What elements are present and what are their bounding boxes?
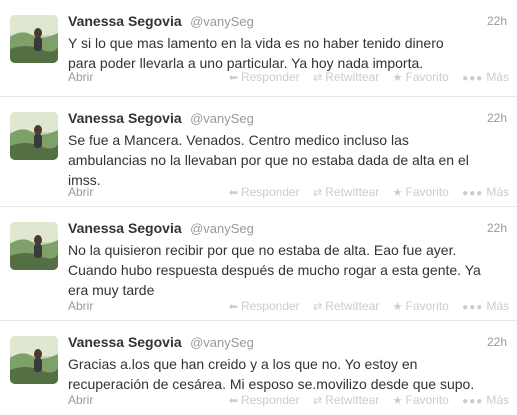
tweet[interactable]: Vanessa Segovia @vanySeg 22h Se fue a Ma…	[0, 97, 517, 207]
tweet-text-line: ambulancias no la llevaban por que no es…	[68, 152, 469, 168]
reply-button[interactable]: ⬅ Responder	[229, 299, 300, 313]
reply-arrow-icon: ⬅	[228, 187, 238, 199]
avatar[interactable]	[10, 15, 58, 63]
ellipsis-icon: ●●●	[462, 396, 484, 407]
more-button[interactable]: ●●● Más	[462, 70, 509, 84]
reply-arrow-icon: ⬅	[228, 395, 238, 407]
tweet-text-line: No la quisieron recibir por que no estab…	[68, 242, 457, 258]
reply-label: Responder	[240, 185, 300, 199]
retweet-label: Retwittear	[325, 393, 380, 407]
tweet-text-line: para poder llevarla a uno particular. Ya…	[68, 55, 424, 71]
author-handle[interactable]: @vanySeg	[190, 111, 254, 126]
tweet-text-line: Y si lo que mas lamento en la vida es no…	[68, 35, 444, 51]
favorite-label: Favorito	[405, 393, 449, 407]
ellipsis-icon: ●●●	[462, 302, 484, 313]
retweet-icon: ⇄	[313, 301, 323, 313]
tweet-text: Gracias a.los que han creido y a los que…	[68, 354, 508, 394]
retweet-button[interactable]: ⇄ Retwittear	[313, 299, 379, 313]
author-name[interactable]: Vanessa Segovia	[68, 220, 182, 236]
tweet-text-line: Gracias a.los que han creido y a los que…	[68, 356, 418, 372]
reply-label: Responder	[240, 299, 300, 313]
expand-link[interactable]: Abrir	[68, 299, 93, 313]
expand-link[interactable]: Abrir	[68, 185, 93, 199]
reply-button[interactable]: ⬅ Responder	[229, 185, 300, 199]
star-icon: ★	[392, 301, 403, 313]
favorite-label: Favorito	[405, 70, 449, 84]
reply-button[interactable]: ⬅ Responder	[229, 393, 300, 407]
expand-link[interactable]: Abrir	[68, 70, 93, 84]
author-handle[interactable]: @vanySeg	[190, 335, 254, 350]
tweet-text-line: era muy tarde	[68, 282, 155, 298]
favorite-button[interactable]: ★ Favorito	[393, 185, 449, 199]
tweet-text-line: Cuando hubo respuesta después de mucho r…	[68, 262, 481, 278]
tweet-text-line: recuperación de cesárea. Mi esposo se.mo…	[68, 376, 475, 392]
author-handle[interactable]: @vanySeg	[190, 14, 254, 29]
more-button[interactable]: ●●● Más	[462, 299, 509, 313]
star-icon: ★	[392, 72, 403, 84]
retweet-icon: ⇄	[313, 395, 323, 407]
tweet-actions: ⬅ Responder ⇄ Retwittear ★ Favorito ●●● Más	[219, 70, 509, 84]
reply-arrow-icon: ⬅	[228, 301, 238, 313]
star-icon: ★	[392, 395, 403, 407]
reply-label: Responder	[240, 393, 300, 407]
ellipsis-icon: ●●●	[462, 188, 484, 199]
tweet-footer: Abrir ⬅ Responder ⇄ Retwittear ★ Favorito ●…	[68, 299, 509, 315]
avatar[interactable]	[10, 336, 58, 384]
tweet-text: Y si lo que mas lamento en la vida es no…	[68, 33, 508, 73]
tweet-header: Vanessa Segovia @vanySeg 22h	[68, 220, 507, 238]
tweet[interactable]: Vanessa Segovia @vanySeg 22h Gracias a.l…	[0, 321, 517, 415]
timestamp[interactable]: 22h	[487, 335, 507, 349]
more-label: Más	[486, 185, 509, 199]
reply-arrow-icon: ⬅	[228, 72, 238, 84]
tweet-footer: Abrir ⬅ Responder ⇄ Retwittear ★ Favorito ●…	[68, 70, 509, 86]
tweet-text: No la quisieron recibir por que no estab…	[68, 240, 508, 300]
favorite-label: Favorito	[405, 185, 449, 199]
tweet-actions: ⬅ Responder ⇄ Retwittear ★ Favorito ●●● Más	[219, 393, 509, 407]
reply-label: Responder	[240, 70, 300, 84]
retweet-icon: ⇄	[313, 72, 323, 84]
tweet-footer: Abrir ⬅ Responder ⇄ Retwittear ★ Favorito ●…	[68, 393, 509, 409]
favorite-button[interactable]: ★ Favorito	[393, 299, 449, 313]
more-label: Más	[486, 393, 509, 407]
author-handle[interactable]: @vanySeg	[190, 221, 254, 236]
tweet-timeline: Vanessa Segovia @vanySeg 22h Y si lo que…	[0, 0, 517, 415]
retweet-button[interactable]: ⇄ Retwittear	[313, 70, 379, 84]
avatar[interactable]	[10, 112, 58, 160]
tweet-actions: ⬅ Responder ⇄ Retwittear ★ Favorito ●●● Más	[219, 299, 509, 313]
reply-button[interactable]: ⬅ Responder	[229, 70, 300, 84]
tweet[interactable]: Vanessa Segovia @vanySeg 22h Y si lo que…	[0, 0, 517, 97]
timestamp[interactable]: 22h	[487, 111, 507, 125]
tweet[interactable]: Vanessa Segovia @vanySeg 22h No la quisi…	[0, 207, 517, 321]
retweet-button[interactable]: ⇄ Retwittear	[313, 185, 379, 199]
author-name[interactable]: Vanessa Segovia	[68, 110, 182, 126]
more-label: Más	[486, 299, 509, 313]
tweet-header: Vanessa Segovia @vanySeg 22h	[68, 110, 507, 128]
favorite-label: Favorito	[405, 299, 449, 313]
retweet-label: Retwittear	[325, 185, 380, 199]
retweet-label: Retwittear	[325, 70, 380, 84]
avatar[interactable]	[10, 222, 58, 270]
timestamp[interactable]: 22h	[487, 14, 507, 28]
author-name[interactable]: Vanessa Segovia	[68, 13, 182, 29]
star-icon: ★	[392, 187, 403, 199]
tweet-header: Vanessa Segovia @vanySeg 22h	[68, 334, 507, 352]
expand-link[interactable]: Abrir	[68, 393, 93, 407]
retweet-label: Retwittear	[325, 299, 380, 313]
ellipsis-icon: ●●●	[462, 73, 484, 84]
favorite-button[interactable]: ★ Favorito	[393, 70, 449, 84]
retweet-icon: ⇄	[313, 187, 323, 199]
retweet-button[interactable]: ⇄ Retwittear	[313, 393, 379, 407]
favorite-button[interactable]: ★ Favorito	[393, 393, 449, 407]
more-button[interactable]: ●●● Más	[462, 393, 509, 407]
timestamp[interactable]: 22h	[487, 221, 507, 235]
tweet-text-line: Se fue a Mancera. Venados. Centro medico…	[68, 132, 409, 148]
author-name[interactable]: Vanessa Segovia	[68, 334, 182, 350]
more-button[interactable]: ●●● Más	[462, 185, 509, 199]
more-label: Más	[486, 70, 509, 84]
tweet-footer: Abrir ⬅ Responder ⇄ Retwittear ★ Favorito ●…	[68, 185, 509, 201]
tweet-header: Vanessa Segovia @vanySeg 22h	[68, 13, 507, 31]
tweet-actions: ⬅ Responder ⇄ Retwittear ★ Favorito ●●● Más	[219, 185, 509, 199]
tweet-text: Se fue a Mancera. Venados. Centro medico…	[68, 130, 508, 190]
